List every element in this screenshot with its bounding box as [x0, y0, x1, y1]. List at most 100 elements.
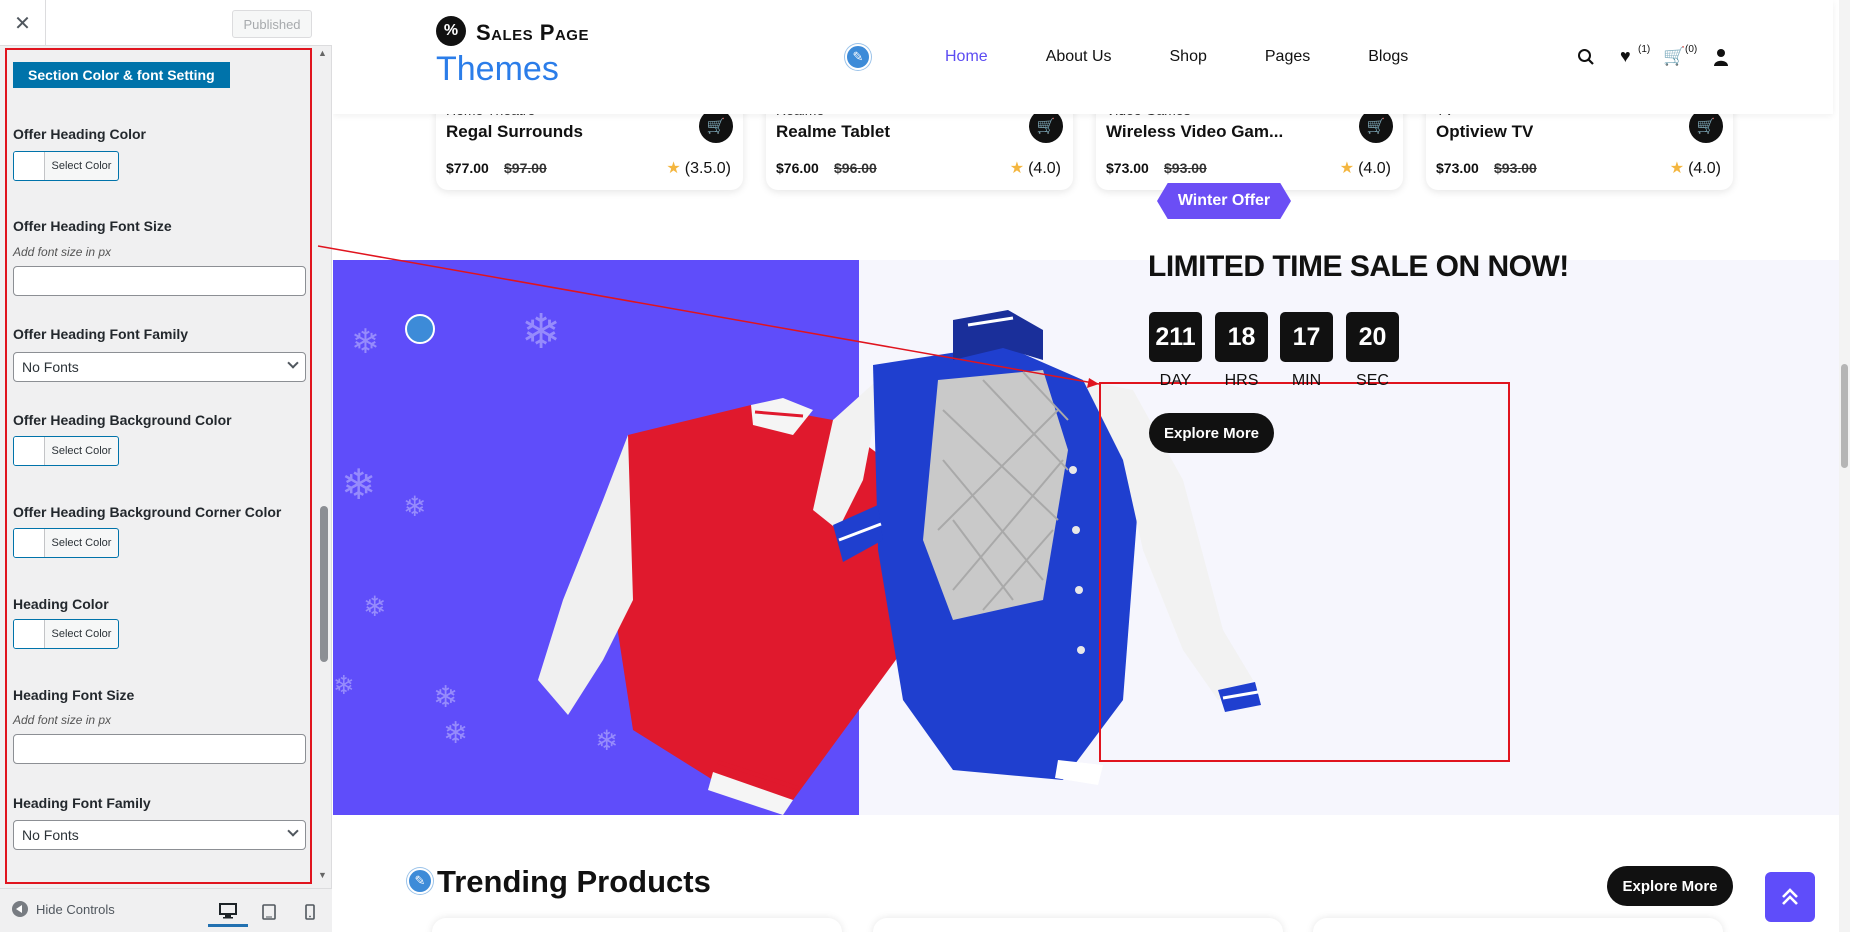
- select-value: No Fonts: [22, 827, 79, 843]
- snowflake-icon: ❄: [363, 591, 387, 622]
- color-swatch: [14, 529, 45, 557]
- chevron-down-icon: [287, 825, 299, 837]
- font-size-hint: Add font size in px: [13, 713, 112, 727]
- nav-item-pages[interactable]: Pages: [1265, 48, 1310, 66]
- nav-item-about-us[interactable]: About Us: [1046, 48, 1112, 66]
- countdown-minutes-label: MIN: [1291, 372, 1322, 389]
- product-old-price: $93.00: [1164, 160, 1207, 176]
- hide-controls-button[interactable]: Hide Controls: [12, 901, 115, 917]
- nav-item-shop[interactable]: Shop: [1170, 48, 1207, 66]
- product-rating: ★ (4.0): [1340, 158, 1391, 178]
- cart-icon: 🛒: [706, 118, 726, 135]
- product-name[interactable]: Wireless Video Gam...: [1106, 122, 1283, 142]
- mobile-icon: [305, 904, 315, 920]
- customizer-footer: Hide Controls: [0, 888, 332, 932]
- tablet-preview-button[interactable]: [249, 897, 289, 927]
- product-price: $76.00: [776, 160, 819, 176]
- cart-count: (0): [1685, 44, 1698, 55]
- offer-heading-bg-corner-color-picker[interactable]: Select Color: [13, 528, 119, 558]
- cart-icon: 🛒: [1696, 118, 1716, 135]
- star-icon: ★: [1669, 160, 1685, 177]
- site-header: % Sales Page Themes ✎ Home About Us Shop…: [333, 0, 1833, 114]
- main-nav: Home About Us Shop Pages Blogs: [945, 48, 1466, 66]
- countdown-days: 211: [1149, 312, 1202, 362]
- preview-scrollbar-thumb[interactable]: [1841, 364, 1848, 468]
- heading-font-size-input[interactable]: [13, 734, 306, 764]
- select-color-label: Select Color: [51, 628, 112, 640]
- offer-heading-font-size-input[interactable]: [13, 266, 306, 296]
- snowflake-icon: ❄: [341, 461, 377, 508]
- offer-tag: Winter Offer: [1157, 183, 1291, 219]
- trending-product-card[interactable]: [432, 918, 842, 932]
- color-swatch: [14, 437, 45, 465]
- rating-value: (4.0): [1688, 160, 1721, 177]
- user-account-icon[interactable]: [1713, 48, 1729, 66]
- snowflake-icon: ❄: [443, 717, 469, 750]
- desktop-preview-button[interactable]: [208, 897, 248, 927]
- snowflake-icon: ❄: [403, 491, 427, 522]
- explore-more-button[interactable]: Explore More: [1149, 413, 1274, 453]
- offer-heading-color-label: Offer Heading Color: [13, 126, 147, 142]
- product-name[interactable]: Optiview TV: [1436, 122, 1533, 142]
- font-size-hint: Add font size in px: [13, 245, 112, 259]
- edit-shortcut-pencil-icon[interactable]: ✎: [407, 868, 433, 894]
- select-color-label: Select Color: [51, 445, 112, 457]
- product-old-price: $93.00: [1494, 160, 1537, 176]
- edit-shortcut-icon[interactable]: [405, 314, 435, 344]
- heading-font-size-label: Heading Font Size: [13, 687, 135, 703]
- nav-item-home[interactable]: Home: [945, 48, 988, 66]
- cart-icon: 🛒: [1366, 118, 1386, 135]
- product-name[interactable]: Regal Surrounds: [446, 122, 583, 142]
- mobile-preview-button[interactable]: [290, 897, 330, 927]
- snowflake-icon: ❄: [333, 670, 355, 700]
- scroll-down-arrow-icon[interactable]: ▼: [318, 870, 327, 880]
- search-icon[interactable]: [1577, 48, 1595, 66]
- sidebar-scrollbar-thumb[interactable]: [320, 506, 328, 662]
- trending-product-card[interactable]: [873, 918, 1283, 932]
- nav-item-blogs[interactable]: Blogs: [1368, 48, 1408, 66]
- back-to-top-button[interactable]: [1765, 872, 1815, 922]
- collapse-icon: [12, 901, 28, 917]
- rating-value: (4.0): [1358, 160, 1391, 177]
- offer-heading-color-picker[interactable]: Select Color: [13, 151, 119, 181]
- rating-value: (4.0): [1028, 160, 1061, 177]
- wishlist-count: (1): [1638, 44, 1651, 55]
- add-to-cart-button[interactable]: 🛒: [1029, 109, 1063, 143]
- offer-banner: ❄ ❄ ❄ ❄ ❄ ❄ ❄ ❄ ❄: [333, 260, 1850, 815]
- offer-heading: LIMITED TIME SALE ON NOW!: [1148, 250, 1569, 283]
- add-to-cart-button[interactable]: 🛒: [699, 109, 733, 143]
- color-swatch: [14, 152, 45, 180]
- percent-badge-icon: %: [436, 16, 466, 46]
- close-icon[interactable]: ✕: [0, 0, 46, 46]
- customizer-header: ✕ Published: [0, 0, 332, 46]
- trending-product-card[interactable]: [1313, 918, 1723, 932]
- star-icon: ★: [666, 160, 681, 177]
- heading-font-family-select[interactable]: No Fonts: [13, 820, 306, 850]
- edit-shortcut-pencil-icon[interactable]: ✎: [845, 44, 871, 70]
- product-price: $73.00: [1436, 160, 1479, 176]
- offer-heading-bg-corner-color-label: Offer Heading Background Corner Color: [13, 504, 282, 520]
- published-button[interactable]: Published: [232, 10, 312, 38]
- select-value: No Fonts: [22, 359, 79, 375]
- add-to-cart-button[interactable]: 🛒: [1689, 109, 1723, 143]
- heading-font-family-label: Heading Font Family: [13, 795, 151, 811]
- offer-heading-bg-color-label: Offer Heading Background Color: [13, 412, 232, 428]
- trending-explore-more-button[interactable]: Explore More: [1607, 866, 1733, 906]
- offer-heading-font-family-select[interactable]: No Fonts: [13, 352, 306, 382]
- product-old-price: $96.00: [834, 160, 877, 176]
- cart-icon[interactable]: 🛒: [1663, 46, 1685, 67]
- heading-color-label: Heading Color: [13, 596, 109, 612]
- select-color-label: Select Color: [51, 160, 112, 172]
- countdown-hours: 18: [1215, 312, 1268, 362]
- star-icon: ★: [1009, 160, 1025, 177]
- offer-heading-bg-color-picker[interactable]: Select Color: [13, 436, 119, 466]
- product-old-price: $97.00: [504, 160, 547, 176]
- product-rating: ★ (4.0): [1670, 158, 1721, 178]
- product-rating: ★ (3.5.0): [666, 158, 731, 178]
- heading-color-picker[interactable]: Select Color: [13, 619, 119, 649]
- product-name[interactable]: Realme Tablet: [776, 122, 890, 142]
- product-price: $77.00: [446, 160, 489, 176]
- add-to-cart-button[interactable]: 🛒: [1359, 109, 1393, 143]
- wishlist-heart-icon[interactable]: ♥: [1620, 46, 1631, 67]
- scroll-up-arrow-icon[interactable]: ▲: [318, 48, 327, 58]
